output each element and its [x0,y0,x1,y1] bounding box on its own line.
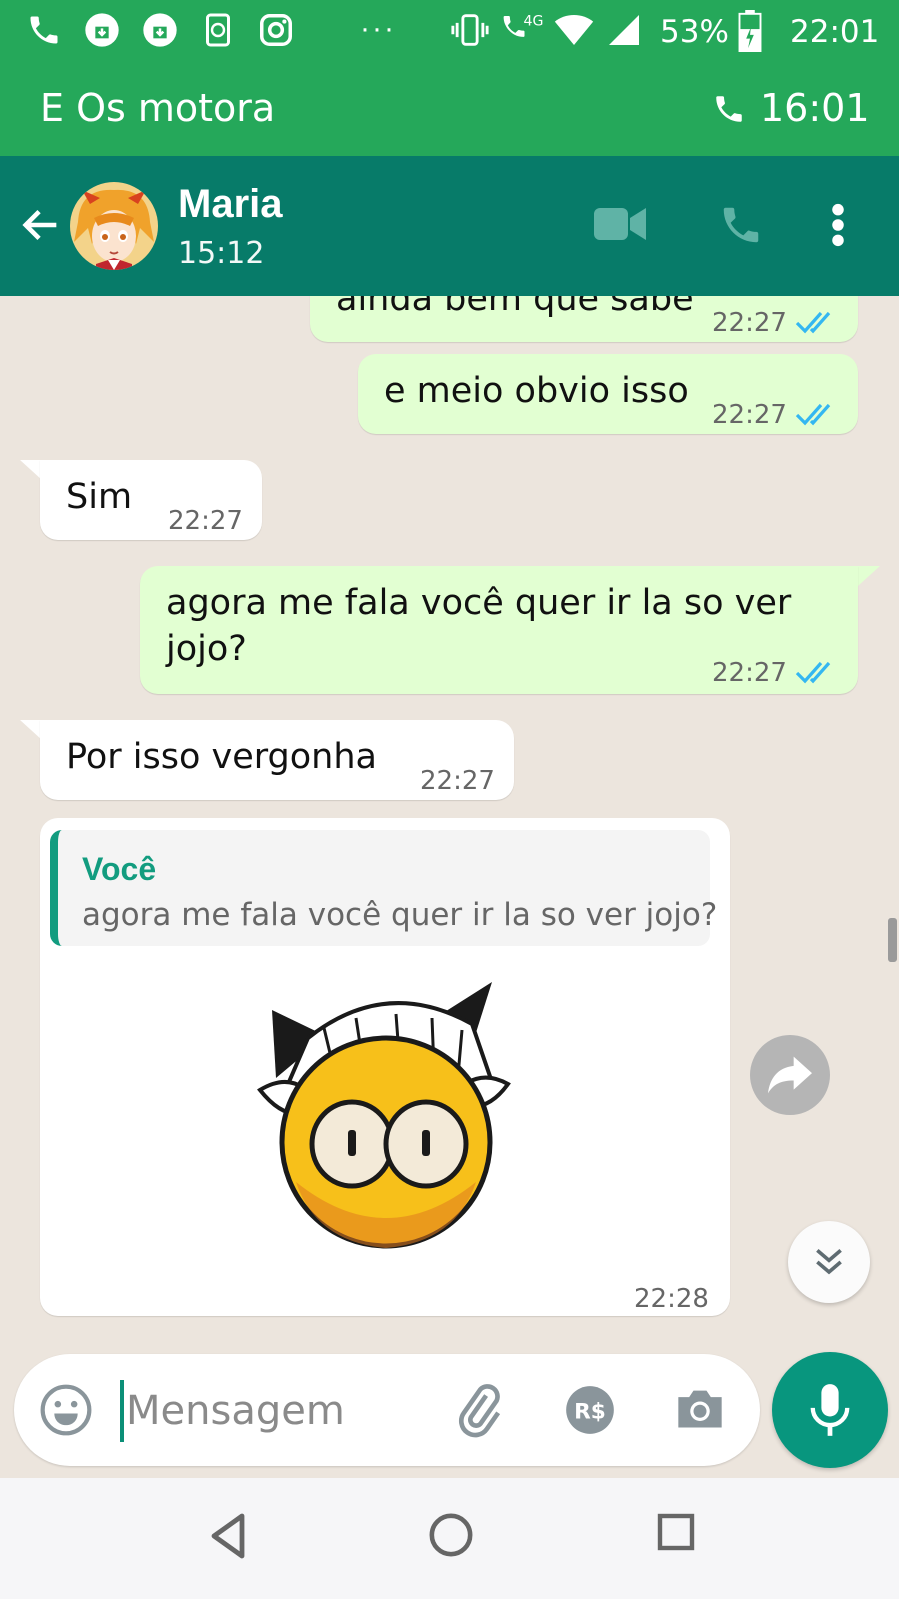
svg-text:R$: R$ [574,1400,606,1425]
quoted-author: Você [82,851,157,887]
system-navigation-bar [0,1478,899,1599]
battery-icon [738,10,762,57]
payment-icon[interactable]: R$ [564,1384,616,1441]
voice-record-button[interactable] [772,1352,888,1468]
message-incoming-sticker-reply[interactable]: Você agora me fala você quer ir la so ve… [40,818,730,1316]
message-outgoing[interactable]: ainda bem que sabe 22:27 [310,296,858,342]
phone-sync-icon [198,10,238,50]
message-incoming[interactable]: Por isso vergonha 22:27 [40,720,514,800]
message-text: Sim [66,477,133,517]
signal-icon [604,10,644,50]
read-ticks-icon [795,311,831,334]
status-right-icons: 4G [450,10,644,50]
more-notifications-indicator: ··· [360,12,396,45]
message-composer: R$ [14,1354,760,1466]
message-meta: 22:27 [712,650,835,696]
svg-text:4G: 4G [524,13,544,29]
chat-header: Maria 15:12 [0,156,899,296]
message-text: Por isso vergonha [66,737,377,777]
message-time: 22:27 [712,658,787,688]
bubble-tail [20,720,42,740]
status-clock: 22:01 [790,14,880,50]
message-meta: 22:27 [712,392,835,438]
text-cursor [120,1380,124,1442]
message-time: 22:27 [420,766,495,796]
message-outgoing[interactable]: e meio obvio isso 22:27 [358,354,858,434]
nav-home-icon[interactable] [428,1512,474,1563]
avatar[interactable] [70,182,158,270]
double-chevron-down-icon [816,1248,842,1275]
nav-back-icon[interactable] [206,1512,250,1565]
message-time: 22:27 [712,400,787,430]
call-duration: 16:01 [760,86,870,130]
forward-icon [768,1056,812,1094]
back-arrow-icon[interactable] [18,202,64,253]
paperclip-icon[interactable] [450,1382,506,1443]
vibrate-icon [450,10,490,50]
message-text: ainda bem que sabe [336,296,694,319]
message-outgoing[interactable]: agora me fala você quer ir la so ver joj… [140,566,858,694]
download-icon [140,10,180,50]
contact-last-seen: 15:12 [178,236,265,271]
wifi-icon [554,10,594,50]
quoted-message[interactable]: Você agora me fala você quer ir la so ve… [50,830,717,946]
ongoing-call-banner[interactable]: E Os motora 16:01 [0,66,899,156]
forward-button[interactable] [750,1035,830,1115]
battery-percentage: 53% [660,14,729,50]
microphone-icon [810,1384,850,1436]
more-options-icon[interactable] [830,202,846,253]
scroll-to-bottom-button[interactable] [788,1221,870,1303]
message-text: e meio obvio isso [384,371,689,411]
video-call-icon[interactable] [594,206,646,247]
contact-name[interactable]: Maria [178,182,283,227]
read-ticks-icon [795,403,831,426]
emoji-icon[interactable] [38,1382,94,1443]
message-time: 22:27 [712,308,787,338]
sticker-image[interactable] [236,958,536,1258]
nav-recents-icon[interactable] [656,1512,696,1557]
message-input[interactable] [126,1380,426,1442]
quoted-text: agora me fala você quer ir la so ver joj… [82,897,718,933]
phone-icon [24,10,64,50]
wifi-calling-icon: 4G [500,10,544,50]
camera-icon[interactable] [674,1384,726,1437]
bubble-tail [858,566,880,586]
message-time: 22:28 [634,1284,709,1314]
download-icon [82,10,122,50]
chat-message-list[interactable]: ainda bem que sabe 22:27 e meio obvio is… [0,296,899,1478]
message-time: 22:27 [168,506,243,536]
read-ticks-icon [795,661,831,684]
call-phone-icon [712,92,746,131]
status-bar: ··· 4G 53% 22:01 [0,0,899,66]
scrollbar-thumb[interactable] [888,918,897,962]
call-group-name: E Os motora [40,86,276,130]
instagram-icon [256,10,296,50]
message-incoming[interactable]: Sim 22:27 [40,460,262,540]
message-meta: 22:27 [712,300,835,346]
bubble-tail [20,460,42,480]
status-left-icons [24,10,296,50]
voice-call-icon[interactable] [718,202,764,253]
